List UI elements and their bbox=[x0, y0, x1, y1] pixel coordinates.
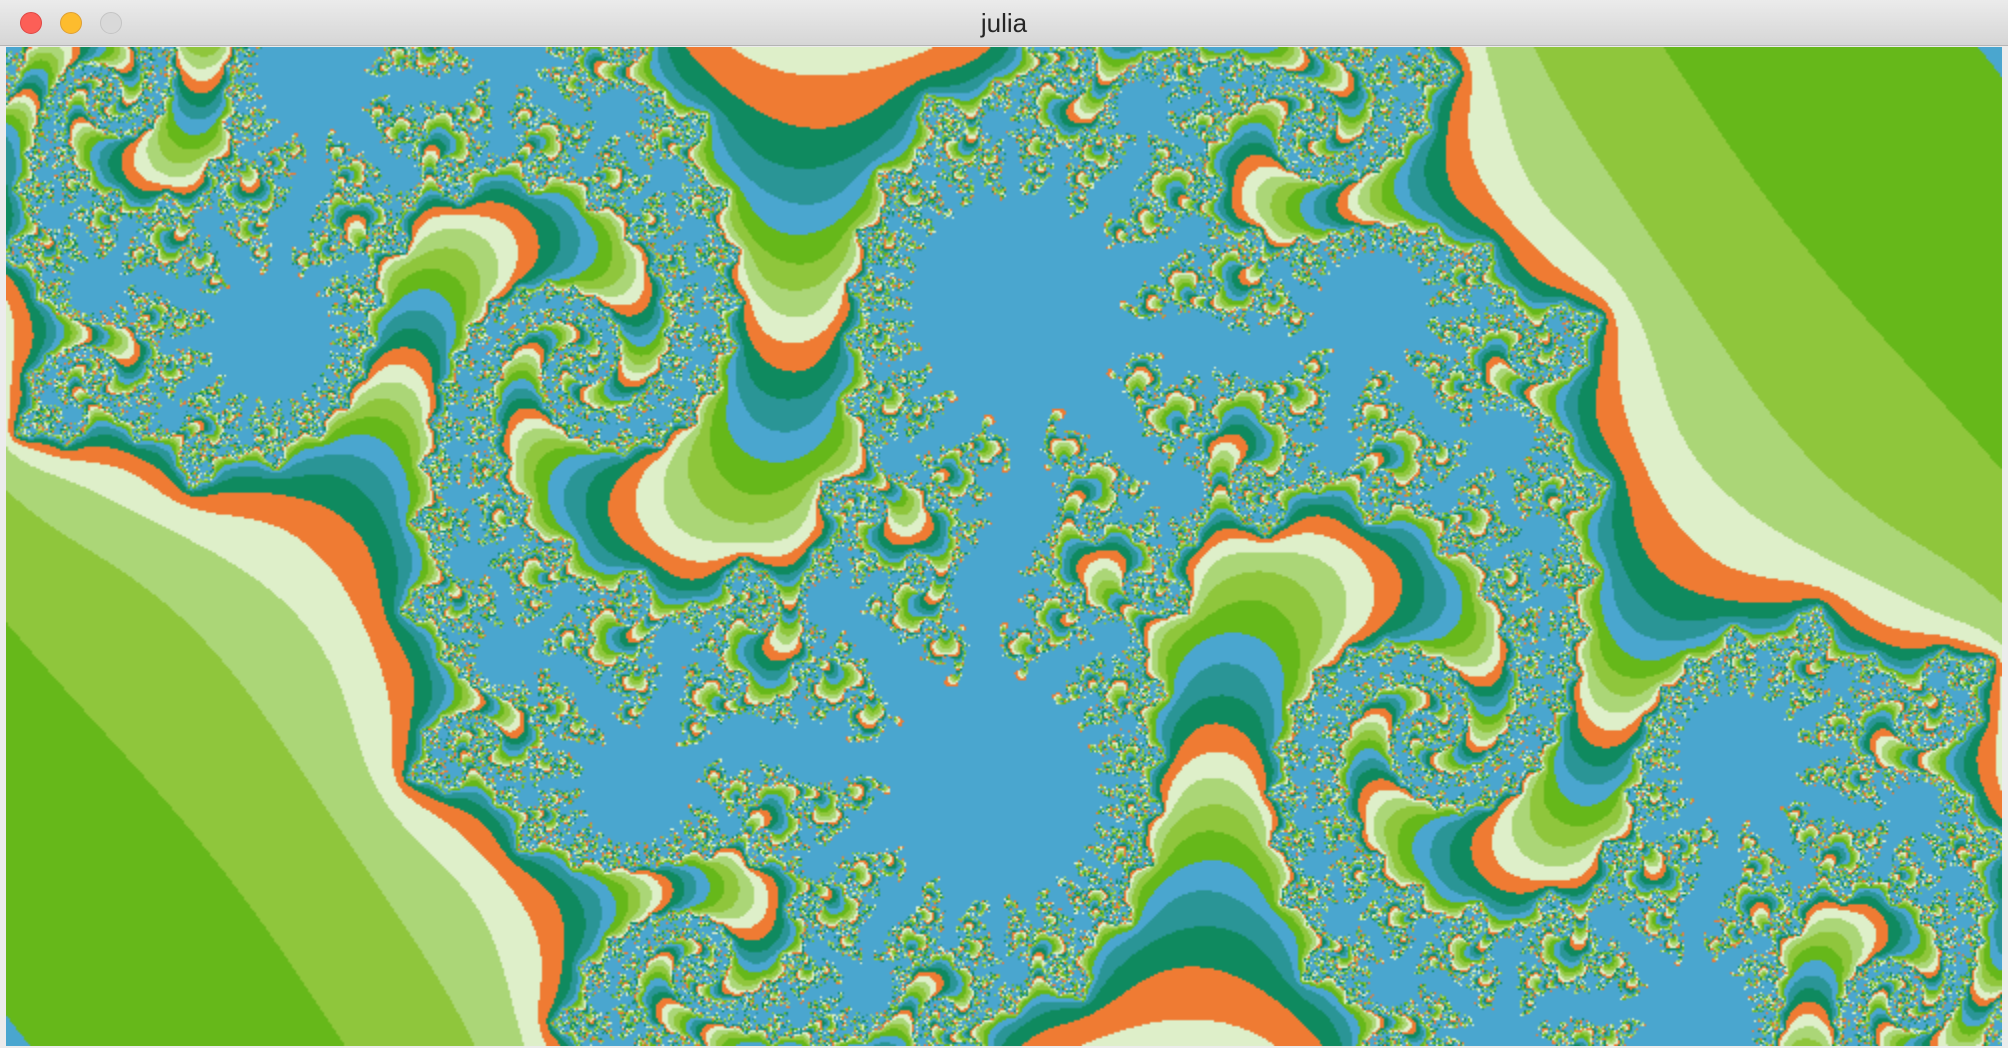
window-title: julia bbox=[980, 8, 1028, 38]
title-bar[interactable]: julia bbox=[0, 0, 2008, 46]
fractal-view[interactable] bbox=[6, 47, 2002, 1046]
app-window: julia bbox=[0, 0, 2008, 1048]
julia-canvas[interactable] bbox=[6, 47, 2002, 1046]
